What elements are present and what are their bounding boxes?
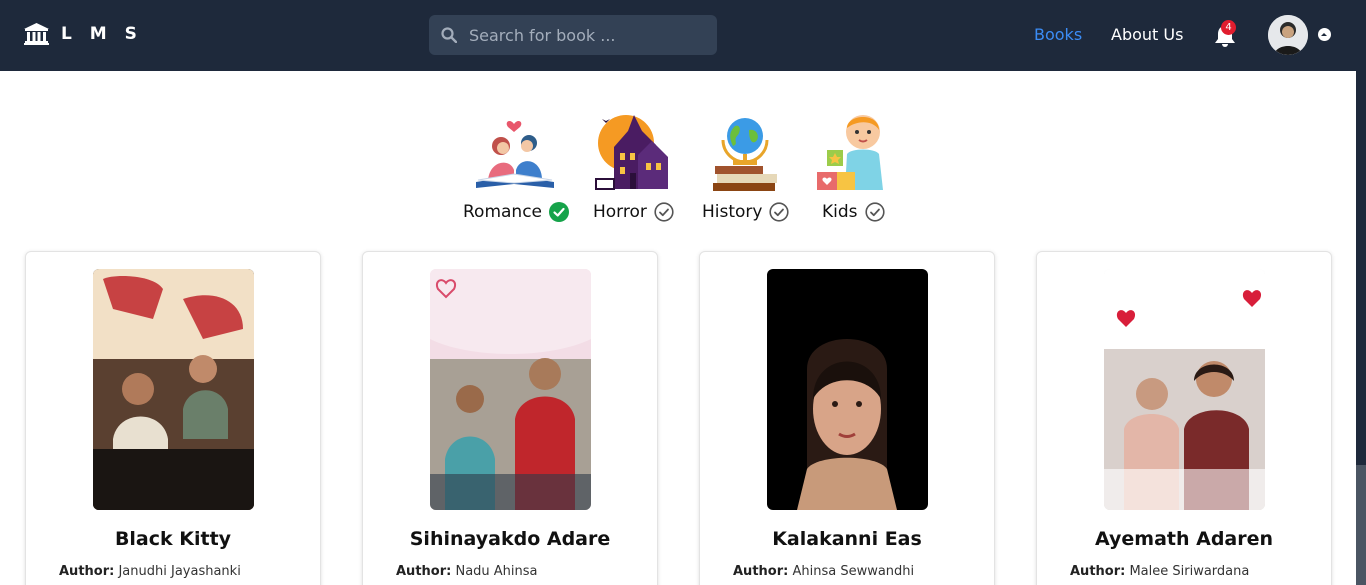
- scrollbar-thumb[interactable]: [1356, 465, 1366, 585]
- top-navbar: L M S Books About Us 4: [0, 0, 1366, 71]
- book-card[interactable]: Kalakanni Eas Author: Ahinsa Sewwandhi: [699, 251, 995, 585]
- book-card[interactable]: Sihinayakdo Adare Author: Nadu Ahinsa: [362, 251, 658, 585]
- kids-icon[interactable]: [817, 110, 891, 192]
- notification-badge: 4: [1221, 20, 1236, 35]
- book-title: Black Kitty: [114, 528, 232, 550]
- logo[interactable]: L M S: [24, 23, 143, 45]
- book-cover-art: [93, 269, 254, 510]
- author-label: Author:: [396, 564, 452, 579]
- horror-icon[interactable]: [594, 109, 676, 191]
- category-label: Kids: [822, 202, 858, 222]
- author-name: Ahinsa Sewwandhi: [792, 564, 915, 579]
- history-icon[interactable]: [711, 110, 783, 192]
- category-label: Romance: [463, 202, 543, 222]
- search-icon: [441, 27, 457, 43]
- nav-books-link[interactable]: Books: [1034, 25, 1082, 44]
- book-cover[interactable]: [430, 269, 591, 510]
- check-circle-icon: [769, 202, 790, 222]
- book-cover[interactable]: [93, 269, 254, 510]
- category-label: History: [702, 202, 763, 222]
- check-circle-icon: [864, 202, 885, 222]
- book-cover-art: [767, 269, 928, 510]
- book-cover[interactable]: [767, 269, 928, 510]
- category-history[interactable]: History: [702, 202, 790, 222]
- search-input[interactable]: [469, 25, 709, 45]
- romance-icon[interactable]: [474, 110, 556, 192]
- book-cover-art: [1104, 269, 1265, 510]
- author-label: Author:: [59, 564, 115, 579]
- avatar-image: [1268, 15, 1308, 55]
- book-cover-art: [430, 269, 591, 510]
- bank-icon: [24, 23, 49, 45]
- book-author: Author: Janudhi Jayashanki: [59, 564, 241, 579]
- check-circle-filled-icon: [549, 202, 570, 222]
- book-cover[interactable]: [1104, 269, 1265, 510]
- book-title: Sihinayakdo Adare: [409, 528, 611, 550]
- book-title: Ayemath Adaren: [1094, 528, 1274, 550]
- category-label: Horror: [593, 202, 647, 222]
- chevron-up-icon[interactable]: [1318, 28, 1331, 41]
- author-label: Author:: [1070, 564, 1126, 579]
- author-name: Janudhi Jayashanki: [118, 564, 241, 579]
- category-romance[interactable]: Romance: [463, 202, 570, 222]
- avatar[interactable]: [1268, 15, 1308, 55]
- category-kids[interactable]: Kids: [822, 202, 885, 222]
- book-author: Author: Ahinsa Sewwandhi: [733, 564, 914, 579]
- search-bar[interactable]: [429, 15, 717, 55]
- book-card[interactable]: Black Kitty Author: Janudhi Jayashanki: [25, 251, 321, 585]
- category-horror[interactable]: Horror: [593, 202, 674, 222]
- nav-about-link[interactable]: About Us: [1111, 25, 1183, 44]
- author-name: Malee Siriwardana: [1129, 564, 1250, 579]
- author-label: Author:: [733, 564, 789, 579]
- author-name: Nadu Ahinsa: [455, 564, 538, 579]
- book-author: Author: Malee Siriwardana: [1070, 564, 1249, 579]
- logo-text: L M S: [61, 24, 143, 44]
- book-title: Kalakanni Eas: [772, 528, 922, 550]
- check-circle-icon: [654, 202, 674, 222]
- book-card[interactable]: Ayemath Adaren Author: Malee Siriwardana: [1036, 251, 1332, 585]
- book-author: Author: Nadu Ahinsa: [396, 564, 538, 579]
